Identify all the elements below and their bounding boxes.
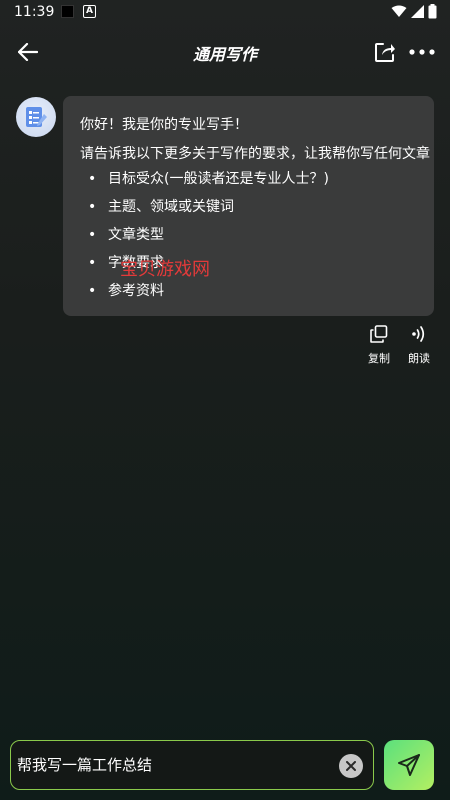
bullet: • [88, 255, 97, 271]
header: 通用写作 [0, 30, 450, 74]
list-item-text: 参考资料 [108, 283, 164, 299]
requirement-list: • 目标受众(一般读者还是专业人士？) • 主题、领域或关键词 • 文章类型 • 字数要… [83, 170, 329, 310]
battery-icon [428, 4, 437, 19]
bullet: • [88, 171, 97, 187]
signal-icon [411, 5, 424, 18]
read-aloud-label: 朗读 [408, 352, 430, 365]
copy-button[interactable]: 复制 [362, 325, 396, 366]
read-aloud-button[interactable]: 朗读 [402, 325, 436, 366]
list-item: • 参考资料 [83, 282, 329, 310]
send-icon [398, 754, 420, 776]
clear-input-button[interactable] [339, 754, 363, 778]
list-item: • 目标受众(一般读者还是专业人士？) [83, 170, 329, 198]
document-writing-icon [26, 107, 47, 127]
speaker-waves-icon [412, 326, 425, 342]
more-options-button[interactable] [407, 39, 437, 65]
watermark: 宝贝游戏网 [120, 259, 210, 280]
message-input[interactable] [17, 755, 317, 773]
share-button[interactable] [372, 39, 398, 65]
share-icon [375, 43, 395, 62]
close-icon [346, 761, 356, 771]
bullet: • [88, 199, 97, 215]
send-button[interactable] [384, 740, 434, 790]
list-item: • 文章类型 [83, 226, 329, 254]
list-item-text: 主题、领域或关键词 [108, 199, 234, 215]
message-intro: 请告诉我以下更多关于写作的要求，让我帮你写任何文章 [80, 146, 430, 162]
bullet: • [88, 283, 97, 299]
assistant-message-bubble: 你好！我是你的专业写手！ 请告诉我以下更多关于写作的要求，让我帮你写任何文章 •… [63, 96, 434, 316]
message-greeting: 你好！我是你的专业写手！ [80, 117, 248, 133]
copy-icon [370, 325, 388, 343]
copy-label: 复制 [368, 352, 390, 365]
list-item: • 主题、领域或关键词 [83, 198, 329, 226]
assistant-avatar [16, 97, 56, 137]
list-item-text: 目标受众(一般读者还是专业人士？) [108, 171, 329, 187]
status-bar: 11:39 A [0, 0, 450, 26]
bullet: • [88, 227, 97, 243]
status-time: 11:39 [14, 4, 55, 20]
more-dots-icon [409, 49, 435, 55]
message-input-container [10, 740, 374, 790]
notification-square-icon [61, 5, 74, 18]
notification-a-icon: A [83, 5, 96, 18]
list-item-text: 文章类型 [108, 227, 164, 243]
wifi-icon [391, 5, 407, 17]
